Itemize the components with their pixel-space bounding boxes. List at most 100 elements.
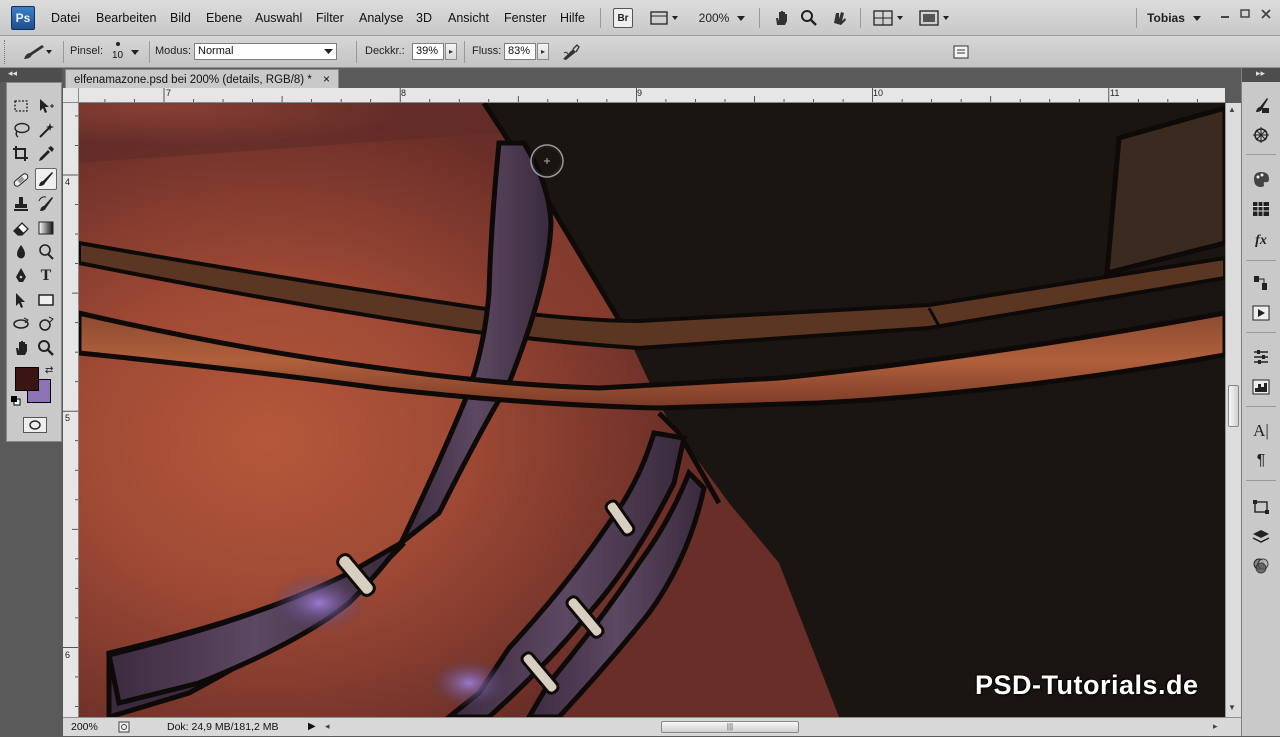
move-tool[interactable] — [35, 95, 57, 117]
channels-rgb-panel-button[interactable] — [1250, 555, 1272, 577]
menu-3d[interactable]: 3D — [416, 11, 432, 25]
eraser-tool[interactable] — [10, 217, 32, 239]
photoshop-logo[interactable]: Ps — [11, 6, 35, 30]
marquee-tool[interactable] — [10, 95, 32, 117]
styles-panel-button[interactable]: fx — [1250, 230, 1272, 252]
gradient-tool[interactable] — [35, 217, 57, 239]
color-panel-button[interactable] — [1250, 168, 1272, 190]
arrange-documents-button[interactable] — [872, 8, 906, 28]
user-name: Tobias — [1147, 11, 1185, 25]
shape-tool[interactable] — [35, 289, 57, 311]
blur-tool[interactable] — [10, 241, 32, 263]
lasso-tool[interactable] — [10, 119, 32, 141]
menu-datei[interactable]: Datei — [51, 11, 80, 25]
scroll-right-icon[interactable]: ▸ — [1213, 721, 1218, 732]
maximize-button[interactable] — [1237, 8, 1253, 24]
bridge-button[interactable]: Br — [613, 8, 633, 28]
flow-slider-button[interactable]: ▸ — [537, 43, 549, 60]
menu-auswahl[interactable]: Auswahl — [255, 11, 302, 25]
menu-ansicht[interactable]: Ansicht — [448, 11, 489, 25]
pen-tool[interactable] — [10, 265, 32, 287]
swatches-panel-button[interactable] — [1250, 198, 1272, 220]
adjustments-panel-button[interactable] — [1250, 272, 1272, 294]
airbrush-button[interactable] — [560, 42, 582, 62]
artwork — [79, 103, 1225, 717]
default-colors-button[interactable] — [11, 395, 21, 406]
menu-fenster[interactable]: Fenster — [504, 11, 546, 25]
menu-analyse[interactable]: Analyse — [359, 11, 403, 25]
ruler-origin[interactable] — [63, 88, 79, 103]
path-selection-tool[interactable] — [10, 289, 32, 311]
screen-mode-button[interactable] — [918, 8, 952, 28]
brush-icon — [24, 45, 52, 59]
channels-panel-button[interactable] — [1250, 346, 1272, 368]
zoom-level-dropdown[interactable]: 200% — [696, 8, 750, 28]
layers-panel-button[interactable] — [1250, 526, 1272, 548]
dock-header[interactable]: ▸▸ — [1242, 68, 1280, 82]
foreground-color-swatch[interactable] — [15, 367, 39, 391]
scroll-down-icon[interactable]: ▼ — [1228, 703, 1236, 712]
brush-panel-toggle[interactable] — [951, 43, 971, 61]
minimize-button[interactable] — [1217, 8, 1233, 24]
vertical-ruler[interactable]: 4 5 6 — [63, 103, 79, 717]
status-info-button[interactable] — [118, 720, 130, 734]
vertical-scrollbar[interactable]: ▲ ▼ — [1225, 103, 1241, 717]
opacity-slider-button[interactable]: ▸ — [445, 43, 457, 60]
dodge-tool[interactable] — [35, 241, 57, 263]
hand-tool-button[interactable] — [770, 8, 792, 28]
close-window-button[interactable] — [1258, 8, 1274, 24]
zoom-tool-button[interactable] — [798, 8, 820, 28]
hand-tool[interactable] — [10, 337, 32, 359]
horizontal-scroll-thumb[interactable]: ||| — [661, 721, 799, 733]
toolbox-header[interactable]: ◂◂ — [0, 68, 62, 82]
menu-filter[interactable]: Filter — [316, 11, 344, 25]
magic-wand-tool[interactable] — [35, 119, 57, 141]
brush-tool[interactable] — [35, 168, 57, 190]
paragraph-panel-button[interactable]: ¶ — [1250, 450, 1272, 472]
menu-ebene[interactable]: Ebene — [206, 11, 242, 25]
expand-arrows-icon[interactable]: ▸▸ — [1256, 68, 1265, 79]
menu-hilfe[interactable]: Hilfe — [560, 11, 585, 25]
horizontal-ruler[interactable]: 7 8 9 10 11 — [79, 88, 1225, 103]
close-tab-icon[interactable]: × — [323, 72, 330, 86]
rotate-view-button[interactable] — [828, 8, 850, 28]
histogram-panel-button[interactable] — [1250, 376, 1272, 398]
zoom-tool[interactable] — [35, 337, 57, 359]
collapse-arrows-icon[interactable]: ◂◂ — [8, 68, 17, 79]
scroll-up-icon[interactable]: ▲ — [1228, 105, 1236, 114]
status-menu-arrow-icon[interactable]: ▶ — [308, 721, 316, 732]
default-colors-icon — [11, 396, 21, 406]
clone-stamp-tool[interactable] — [10, 193, 32, 215]
document-canvas[interactable]: PSD-Tutorials.de — [79, 103, 1225, 717]
masks-panel-button[interactable] — [1250, 302, 1272, 324]
tool-preset-picker[interactable] — [20, 42, 58, 62]
dock-separator — [1246, 480, 1276, 481]
menu-bild[interactable]: Bild — [170, 11, 191, 25]
pen-icon — [16, 268, 26, 282]
opacity-field[interactable]: 39% — [412, 43, 444, 60]
healing-brush-tool[interactable] — [10, 169, 32, 191]
3d-orbit-tool[interactable] — [35, 313, 57, 335]
scroll-left-icon[interactable]: ◂ — [325, 721, 330, 732]
document-tab[interactable]: elfenamazone.psd bei 200% (details, RGB/… — [65, 69, 340, 88]
tool-presets-panel-button[interactable] — [1250, 94, 1272, 116]
user-menu[interactable]: Tobias — [1147, 8, 1203, 28]
options-bar-grip[interactable] — [4, 40, 7, 64]
vertical-scroll-thumb[interactable] — [1228, 385, 1239, 427]
status-zoom[interactable]: 200% — [71, 721, 98, 733]
navigator-panel-button[interactable] — [1250, 124, 1272, 146]
mode-select[interactable]: Normal — [194, 43, 337, 60]
3d-rotate-tool[interactable] — [10, 313, 32, 335]
brush-preset-picker[interactable]: 10 — [106, 41, 144, 65]
flow-field[interactable]: 83% — [504, 43, 536, 60]
history-brush-tool[interactable] — [35, 193, 57, 215]
paths-panel-button[interactable] — [1250, 496, 1272, 518]
swap-colors-icon[interactable]: ⇄ — [45, 365, 53, 376]
view-extras-button[interactable] — [648, 8, 682, 28]
eyedropper-tool[interactable] — [35, 143, 57, 165]
character-panel-button[interactable]: A| — [1250, 420, 1272, 442]
quick-mask-button[interactable] — [23, 417, 47, 433]
type-tool[interactable]: T — [35, 265, 57, 287]
crop-tool[interactable] — [10, 143, 32, 165]
menu-bearbeiten[interactable]: Bearbeiten — [96, 11, 156, 25]
